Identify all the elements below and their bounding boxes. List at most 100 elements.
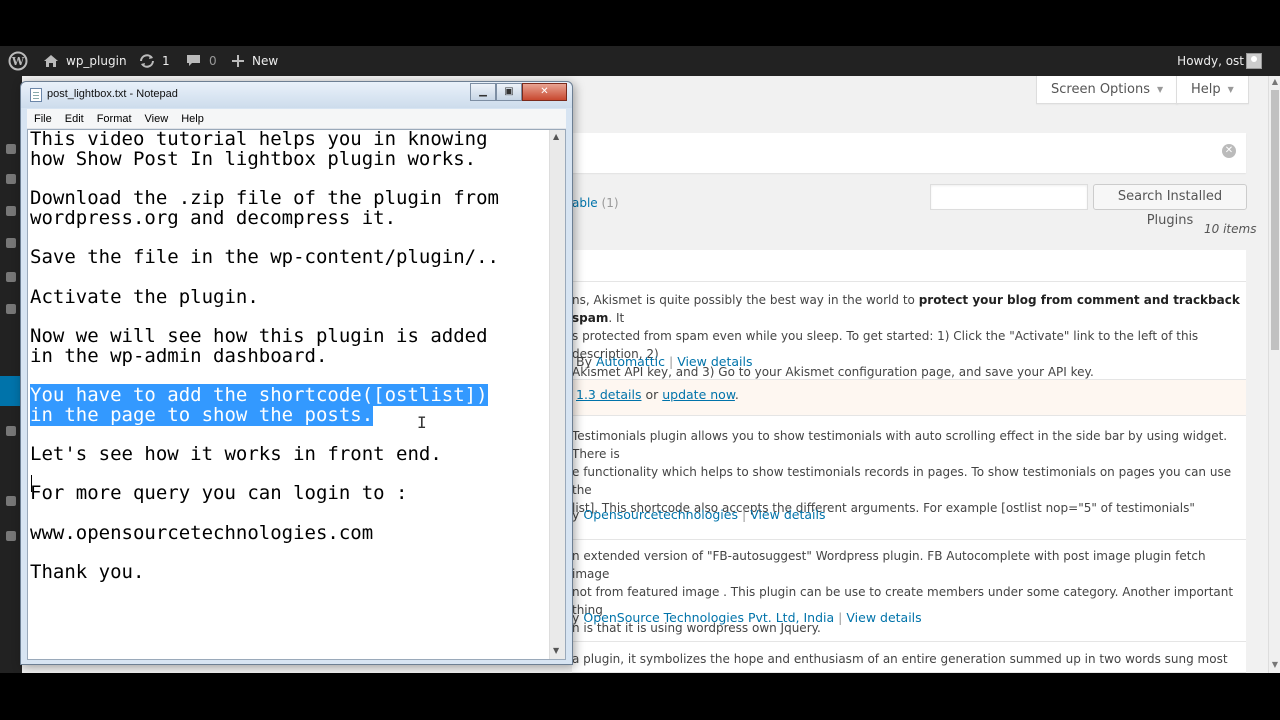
text-line: This video tutorial helps you in knowing bbox=[30, 129, 488, 150]
comments-count: 0 bbox=[209, 54, 217, 68]
home-icon bbox=[44, 55, 58, 67]
notepad-text[interactable]: This video tutorial helps you in knowing… bbox=[30, 130, 550, 583]
version-details-link[interactable]: 1.3 details bbox=[576, 387, 642, 402]
view-details-link[interactable]: View details bbox=[750, 507, 825, 522]
letterbox-top bbox=[0, 0, 1280, 46]
text-caret bbox=[31, 475, 32, 492]
description-line: n extended version of "FB-autosuggest" W… bbox=[572, 549, 1206, 581]
menu-format[interactable]: Format bbox=[90, 113, 138, 125]
menu-file[interactable]: File bbox=[27, 113, 58, 125]
description-line: e functionality which helps to show test… bbox=[572, 465, 1232, 497]
plugins-table-header bbox=[572, 250, 1246, 282]
help-button[interactable]: Help ▼ bbox=[1176, 76, 1249, 104]
selected-text-line: in the page to show the posts. bbox=[30, 403, 550, 426]
text-line: in the wp-admin dashboard. bbox=[30, 344, 328, 367]
menu-icon[interactable] bbox=[6, 531, 16, 541]
updates-link[interactable]: 1 bbox=[138, 46, 170, 76]
plugin-meta: y Opensourcetechnologies | View details bbox=[572, 507, 826, 522]
notepad-titlebar[interactable]: post_lightbox.txt - Notepad ▁ ▣ ✕ bbox=[21, 82, 572, 108]
text-line: Now we will see how this plugin is added bbox=[30, 324, 488, 347]
scroll-up-icon[interactable]: ▲ bbox=[1269, 76, 1280, 88]
help-label: Help bbox=[1191, 82, 1221, 97]
author-link[interactable]: OpenSource Technologies Pvt. Ltd, India bbox=[583, 610, 834, 625]
dismiss-icon[interactable]: ✕ bbox=[1222, 144, 1236, 158]
text-line: Activate the plugin. bbox=[30, 285, 259, 308]
view-details-link[interactable]: View details bbox=[677, 354, 752, 369]
scroll-down-icon[interactable]: ▼ bbox=[553, 646, 559, 655]
notepad-file-icon bbox=[30, 88, 42, 102]
plus-icon bbox=[232, 55, 244, 67]
menu-icon[interactable] bbox=[6, 174, 16, 184]
notepad-scrollbar[interactable]: ▲ ▼ bbox=[549, 130, 565, 659]
text-line: Save the file in the wp-content/plugin/.… bbox=[30, 246, 499, 269]
selected-text-line: You have to add the shortcode([ostlist]) bbox=[30, 383, 550, 406]
updates-count: 1 bbox=[162, 54, 170, 68]
chevron-down-icon: ▼ bbox=[1227, 85, 1234, 94]
text-line: Let's see how it works in front end. bbox=[30, 443, 442, 465]
filter-count: (1) bbox=[601, 196, 619, 210]
new-content-link[interactable]: New bbox=[232, 46, 278, 76]
menu-icon[interactable] bbox=[6, 144, 16, 154]
text-line: www.opensourcetechnologies.com bbox=[30, 521, 374, 544]
menu-icon[interactable] bbox=[6, 496, 16, 506]
site-name-link[interactable]: wp_plugin bbox=[43, 46, 127, 76]
sidebar-item-plugins[interactable] bbox=[0, 376, 22, 406]
plugin-description: a plugin, it symbolizes the hope and ent… bbox=[572, 650, 1246, 668]
page-scrollbar[interactable]: ▲ ▼ bbox=[1268, 76, 1280, 673]
filter-link-available[interactable]: able (1) bbox=[572, 196, 619, 210]
description-line: ns, Akismet is quite possibly the best w… bbox=[572, 293, 919, 307]
svg-text:W: W bbox=[11, 55, 25, 68]
update-or: or bbox=[641, 387, 663, 402]
update-now-link[interactable]: update now bbox=[662, 387, 735, 402]
notepad-text-area[interactable]: This video tutorial helps you in knowing… bbox=[27, 129, 566, 660]
author-link[interactable]: Opensourcetechnologies bbox=[583, 507, 738, 522]
site-name: wp_plugin bbox=[66, 54, 127, 68]
menu-icon[interactable] bbox=[6, 304, 16, 314]
text-selection: in the page to show the posts. bbox=[30, 403, 374, 426]
wp-admin-bar: W wp_plugin 1 0 New Howdy, ost bbox=[0, 46, 1280, 76]
screen-options-label: Screen Options bbox=[1051, 82, 1150, 97]
admin-notice bbox=[572, 133, 1246, 173]
ibeam-cursor-icon: I bbox=[417, 413, 427, 432]
menu-edit[interactable]: Edit bbox=[58, 113, 90, 125]
by-prefix: y bbox=[572, 610, 584, 625]
text-line bbox=[30, 307, 550, 327]
plugin-meta: By Automattic | View details bbox=[576, 354, 753, 369]
view-details-link[interactable]: View details bbox=[846, 610, 921, 625]
howdy-account[interactable]: Howdy, ost bbox=[1177, 46, 1244, 76]
maximize-icon[interactable]: ▣ bbox=[496, 83, 522, 101]
menu-icon[interactable] bbox=[6, 272, 16, 282]
by-prefix: y bbox=[572, 507, 584, 522]
text-line: how Show Post In lightbox plugin works. bbox=[30, 147, 477, 170]
plugin-description: Testimonials plugin allows you to show t… bbox=[572, 427, 1246, 517]
search-plugins-input[interactable] bbox=[930, 184, 1088, 210]
chevron-down-icon: ▼ bbox=[1157, 85, 1164, 94]
wordpress-logo-icon[interactable]: W bbox=[8, 46, 28, 76]
close-icon[interactable]: ✕ bbox=[522, 83, 567, 101]
menu-view[interactable]: View bbox=[138, 113, 175, 125]
comments-link[interactable]: 0 bbox=[186, 46, 217, 76]
menu-icon[interactable] bbox=[6, 238, 16, 248]
menu-help[interactable]: Help bbox=[174, 113, 210, 125]
text-line: Download the .zip file of the plugin fro… bbox=[30, 187, 499, 210]
search-installed-plugins-button[interactable]: Search Installed Plugins bbox=[1093, 184, 1247, 228]
scrollbar-thumb[interactable] bbox=[1271, 90, 1279, 350]
screen-options-button[interactable]: Screen Options ▼ bbox=[1036, 76, 1179, 104]
minimize-icon[interactable]: ▁ bbox=[470, 83, 496, 101]
description-line: a plugin, it symbolizes the hope and ent… bbox=[572, 652, 1228, 666]
text-line bbox=[30, 268, 550, 288]
letterbox-bottom bbox=[0, 673, 1280, 720]
notepad-menubar: File Edit Format View Help bbox=[27, 109, 566, 129]
notepad-title: post_lightbox.txt - Notepad bbox=[47, 88, 178, 100]
update-notice: 1.3 details or update now. bbox=[576, 387, 739, 402]
menu-icon[interactable] bbox=[6, 426, 16, 436]
update-end: . bbox=[734, 387, 739, 402]
scroll-down-icon[interactable]: ▼ bbox=[1269, 659, 1280, 671]
author-link[interactable]: Automattic bbox=[596, 354, 665, 369]
menu-icon[interactable] bbox=[6, 206, 16, 216]
avatar[interactable] bbox=[1246, 53, 1262, 69]
items-count: 10 items bbox=[1204, 222, 1257, 236]
updates-icon bbox=[140, 54, 154, 68]
admin-sidebar bbox=[0, 76, 22, 673]
scroll-up-icon[interactable]: ▲ bbox=[553, 132, 559, 141]
